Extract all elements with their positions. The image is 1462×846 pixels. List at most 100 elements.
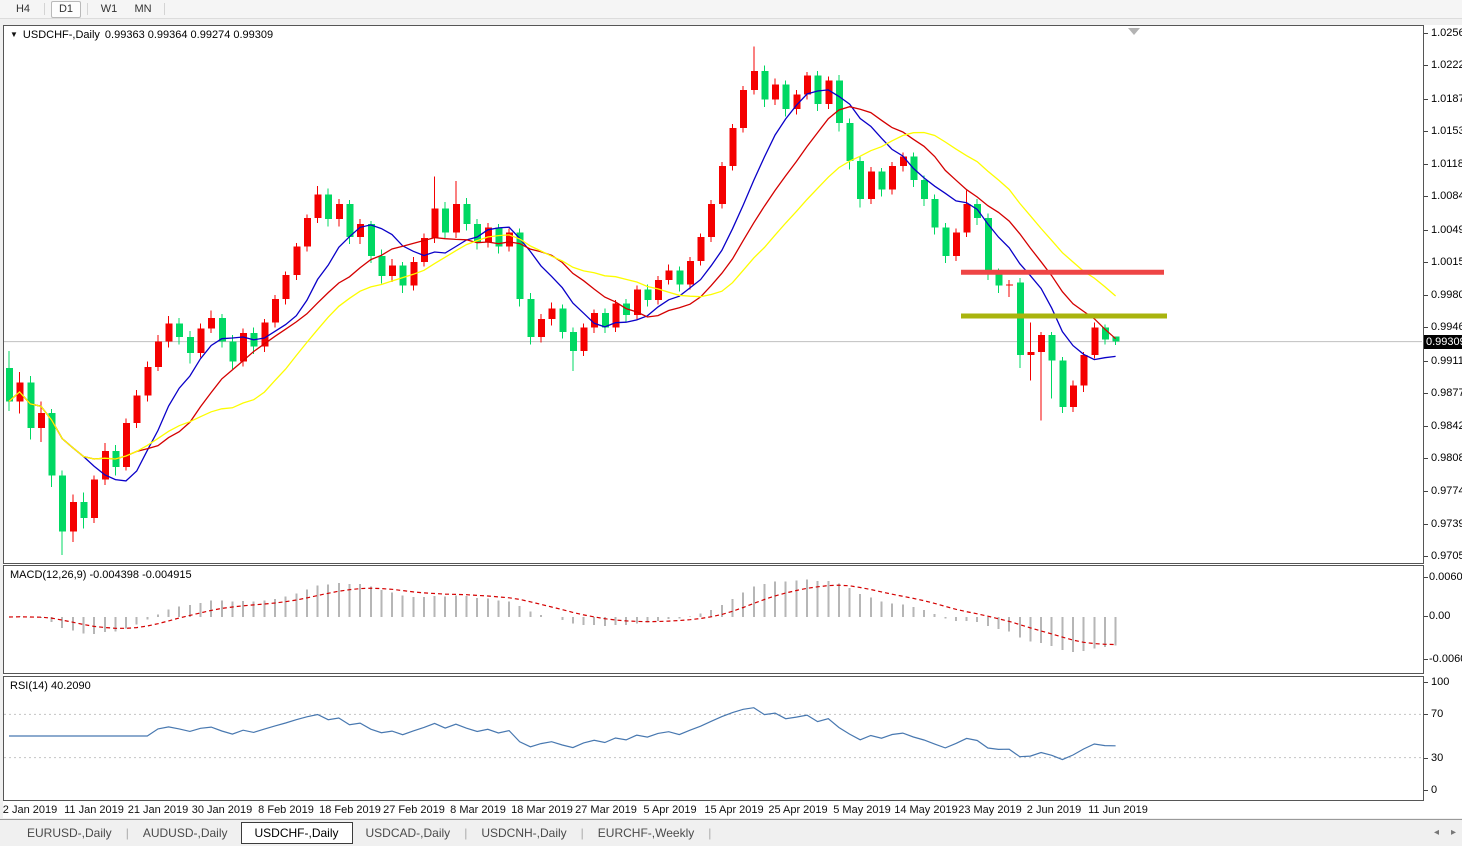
tab-scroll-arrows: ◂ ▸ (1434, 827, 1456, 839)
chart-shift-marker-icon[interactable] (1128, 28, 1140, 35)
axis-tick (1424, 682, 1428, 683)
axis-tick (1424, 131, 1428, 132)
date-axis-label: 11 Jan 2019 (64, 804, 124, 816)
date-axis-label: 18 Mar 2019 (511, 804, 573, 816)
price-axis-label: 1.00150 (1431, 256, 1462, 268)
chart-tab-eurusd-daily[interactable]: EURUSD-,Daily (14, 823, 125, 843)
price-axis[interactable]: 1.025601.022201.018701.015301.011801.008… (1424, 25, 1462, 802)
price-axis-label: 0.98080 (1431, 452, 1462, 464)
price-axis-label: 1.01180 (1431, 158, 1462, 170)
macd-axis-label: 0.006058 (1429, 571, 1462, 583)
chart-tab-bar: EURUSD-,Daily|AUDUSD-,DailyUSDCHF-,Daily… (0, 819, 1462, 846)
candles-layer (6, 46, 1120, 555)
toolbar-separator (87, 3, 88, 15)
axis-tick (1424, 556, 1428, 557)
axis-tick (1424, 164, 1428, 165)
rsi-axis-label: 100 (1431, 676, 1449, 688)
candlestick-chart (4, 26, 1423, 563)
timeframe-button-mn[interactable]: MN (128, 1, 158, 18)
rsi-axis-label: 70 (1431, 708, 1443, 720)
date-axis-label: 5 Apr 2019 (643, 804, 696, 816)
rsi-line (9, 708, 1116, 760)
axis-tick (1424, 491, 1428, 492)
date-axis-label: 30 Jan 2019 (192, 804, 253, 816)
date-axis-label: 14 May 2019 (894, 804, 958, 816)
price-axis-label: 0.97390 (1431, 518, 1462, 530)
ma-fast-line (9, 90, 1116, 481)
rsi-indicator-pane[interactable]: RSI(14) 40.2090 (3, 676, 1424, 801)
price-axis-label: 1.01530 (1431, 125, 1462, 137)
axis-tick (1424, 99, 1428, 100)
macd-histogram (9, 580, 1116, 652)
date-axis-label: 18 Feb 2019 (319, 804, 381, 816)
axis-tick (1424, 458, 1428, 459)
axis-tick (1424, 393, 1428, 394)
axis-tick (1424, 659, 1428, 660)
rsi-label: RSI(14) 40.2090 (10, 680, 91, 692)
chart-title: ▼ USDCHF-,Daily 0.99363 0.99364 0.99274 … (10, 29, 273, 41)
axis-tick (1424, 230, 1428, 231)
price-axis-label: 0.99460 (1431, 321, 1462, 333)
axis-tick (1424, 33, 1428, 34)
date-axis-label: 23 May 2019 (958, 804, 1022, 816)
axis-tick (1424, 361, 1428, 362)
date-axis-label: 8 Feb 2019 (258, 804, 314, 816)
chart-tab-usdcad-daily[interactable]: USDCAD-,Daily (353, 823, 464, 843)
axis-tick (1424, 577, 1428, 578)
rsi-axis-label: 30 (1431, 752, 1443, 764)
toolbar-separator (44, 3, 45, 15)
price-axis-label: 1.00840 (1431, 190, 1462, 202)
symbol-dropdown-icon[interactable]: ▼ (10, 30, 18, 40)
axis-tick (1424, 262, 1428, 263)
timeframe-button-w1[interactable]: W1 (94, 1, 124, 18)
chart-window: ▼ USDCHF-,Daily 0.99363 0.99364 0.99274 … (3, 25, 1462, 818)
date-axis-label: 21 Jan 2019 (128, 804, 189, 816)
timeframe-button-h4[interactable]: H4 (8, 1, 38, 18)
date-axis-label: 2 Jun 2019 (1027, 804, 1081, 816)
date-axis-label: 11 Jun 2019 (1088, 804, 1148, 816)
toolbar-separator (164, 3, 165, 15)
ma-mid-line (9, 107, 1116, 459)
date-axis[interactable]: 2 Jan 201911 Jan 201921 Jan 201930 Jan 2… (3, 802, 1424, 818)
axis-tick (1424, 426, 1428, 427)
price-axis-label: 1.00490 (1431, 224, 1462, 236)
price-axis-label: 1.02560 (1431, 27, 1462, 39)
tab-scroll-right-icon[interactable]: ▸ (1451, 827, 1456, 839)
macd-axis-label: -0.006096 (1429, 653, 1462, 665)
tab-scroll-left-icon[interactable]: ◂ (1434, 827, 1439, 839)
mt4-chart-screen: H4 D1 W1MN ▼ USDCHF-,Daily 0.99363 0.99364… (0, 0, 1462, 846)
chart-symbol-label: USDCHF-,Daily (23, 29, 100, 41)
price-axis-label: 1.02220 (1431, 59, 1462, 71)
macd-indicator-pane[interactable]: MACD(12,26,9) -0.004398 -0.004915 (3, 565, 1424, 674)
date-axis-label: 15 Apr 2019 (704, 804, 763, 816)
date-axis-label: 8 Mar 2019 (450, 804, 506, 816)
macd-chart (4, 566, 1423, 673)
price-axis-label: 0.99110 (1431, 355, 1462, 367)
price-axis-label: 0.98420 (1431, 420, 1462, 432)
rsi-chart (4, 677, 1423, 800)
rsi-axis-label: 0 (1431, 784, 1437, 796)
date-axis-label: 27 Feb 2019 (383, 804, 445, 816)
date-axis-label: 27 Mar 2019 (575, 804, 637, 816)
macd-axis-label: 0.00 (1429, 610, 1450, 622)
axis-tick (1424, 327, 1428, 328)
chart-tab-eurchf-weekly[interactable]: EURCHF-,Weekly (585, 823, 707, 843)
timeframe-button-d1[interactable]: D1 (51, 1, 81, 18)
price-chart-pane[interactable]: ▼ USDCHF-,Daily 0.99363 0.99364 0.99274 … (3, 25, 1424, 564)
chart-tab-usdcnh-daily[interactable]: USDCNH-,Daily (468, 823, 579, 843)
price-axis-label: 0.97740 (1431, 485, 1462, 497)
axis-tick (1424, 790, 1428, 791)
axis-tick (1424, 295, 1428, 296)
date-axis-label: 25 Apr 2019 (768, 804, 827, 816)
price-axis-label: 0.97050 (1431, 550, 1462, 562)
current-price-badge: 0.99309 (1424, 335, 1462, 349)
axis-tick (1424, 758, 1428, 759)
date-axis-label: 5 May 2019 (833, 804, 890, 816)
macd-signal-line (9, 585, 1116, 644)
axis-tick (1424, 196, 1428, 197)
axis-tick (1424, 714, 1428, 715)
chart-tab-usdchf-daily[interactable]: USDCHF-,Daily (241, 822, 353, 844)
axis-tick (1424, 524, 1428, 525)
chart-tab-audusd-daily[interactable]: AUDUSD-,Daily (130, 823, 241, 843)
axis-tick (1424, 616, 1428, 617)
